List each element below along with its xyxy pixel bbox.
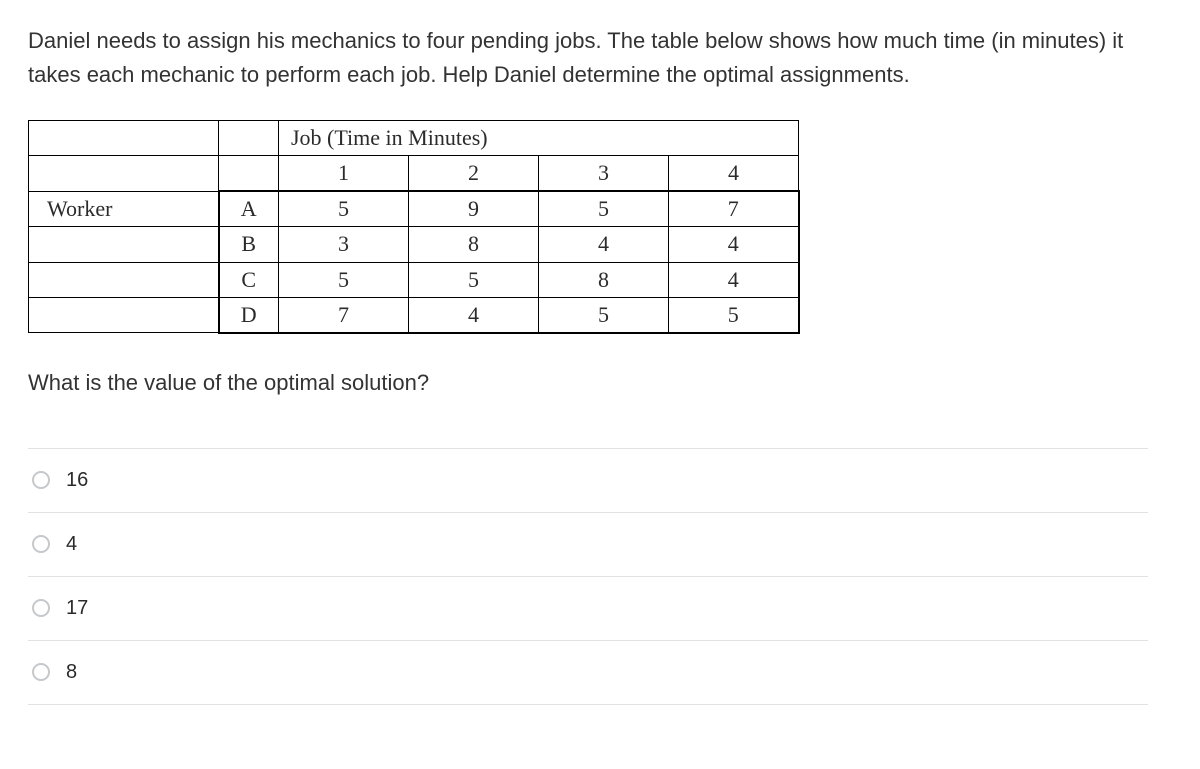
data-cell: 4 [669, 227, 799, 262]
data-cell: 4 [669, 262, 799, 297]
option-label: 16 [66, 465, 88, 496]
worker-id: C [219, 262, 279, 297]
radio-icon[interactable] [32, 535, 50, 553]
cell-blank [219, 121, 279, 156]
data-cell: 9 [409, 191, 539, 227]
col-header: 1 [279, 156, 409, 192]
data-cell: 7 [279, 297, 409, 333]
data-cell: 5 [279, 191, 409, 227]
col-header: 4 [669, 156, 799, 192]
cell-blank [29, 121, 219, 156]
option-label: 4 [66, 529, 77, 560]
cell-blank [29, 262, 219, 297]
options-list: 16 4 17 8 [28, 448, 1148, 705]
cell-blank [219, 156, 279, 192]
data-cell: 5 [539, 297, 669, 333]
worker-id: D [219, 297, 279, 333]
data-table: Job (Time in Minutes) 1 2 3 4 Worker A 5… [28, 120, 800, 334]
data-cell: 8 [539, 262, 669, 297]
problem-intro: Daniel needs to assign his mechanics to … [28, 24, 1148, 92]
option-label: 17 [66, 593, 88, 624]
col-header: 2 [409, 156, 539, 192]
data-cell: 3 [279, 227, 409, 262]
col-header: 3 [539, 156, 669, 192]
cell-blank [29, 297, 219, 333]
row-label: Worker [29, 191, 219, 227]
data-cell: 5 [409, 262, 539, 297]
option-row[interactable]: 8 [28, 641, 1148, 705]
option-row[interactable]: 17 [28, 577, 1148, 641]
data-table-wrap: Job (Time in Minutes) 1 2 3 4 Worker A 5… [28, 120, 1172, 334]
worker-id: A [219, 191, 279, 227]
data-cell: 4 [409, 297, 539, 333]
job-header: Job (Time in Minutes) [279, 121, 799, 156]
worker-id: B [219, 227, 279, 262]
radio-icon[interactable] [32, 663, 50, 681]
option-row[interactable]: 16 [28, 448, 1148, 513]
question-text: What is the value of the optimal solutio… [28, 366, 1172, 400]
cell-blank [29, 156, 219, 192]
data-cell: 7 [669, 191, 799, 227]
radio-icon[interactable] [32, 599, 50, 617]
data-cell: 4 [539, 227, 669, 262]
data-cell: 5 [279, 262, 409, 297]
data-cell: 8 [409, 227, 539, 262]
data-cell: 5 [539, 191, 669, 227]
option-label: 8 [66, 657, 77, 688]
radio-icon[interactable] [32, 471, 50, 489]
data-cell: 5 [669, 297, 799, 333]
cell-blank [29, 227, 219, 262]
option-row[interactable]: 4 [28, 513, 1148, 577]
